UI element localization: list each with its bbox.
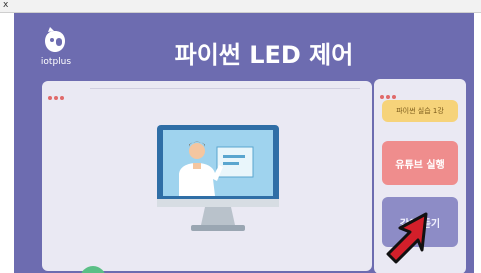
iotplus-logo: iotplus — [36, 25, 72, 69]
window-dots — [48, 85, 66, 104]
window-top-strip: x — [0, 0, 481, 13]
page-title: 파이썬 LED 제어 — [174, 41, 354, 69]
iotplus-logo-icon — [45, 27, 65, 52]
main-panel — [42, 81, 372, 271]
youtube-run-button[interactable]: 유튜브 실행 — [382, 141, 458, 185]
red-arrow-cursor-icon — [386, 212, 428, 264]
python-lesson-1-button[interactable]: 파이썬 실습 1강 — [382, 100, 458, 122]
monitor-teacher-icon — [157, 125, 279, 231]
close-icon[interactable]: x — [3, 0, 8, 10]
logo-text: iotplus — [40, 57, 72, 67]
panel-title-bar — [42, 81, 372, 100]
